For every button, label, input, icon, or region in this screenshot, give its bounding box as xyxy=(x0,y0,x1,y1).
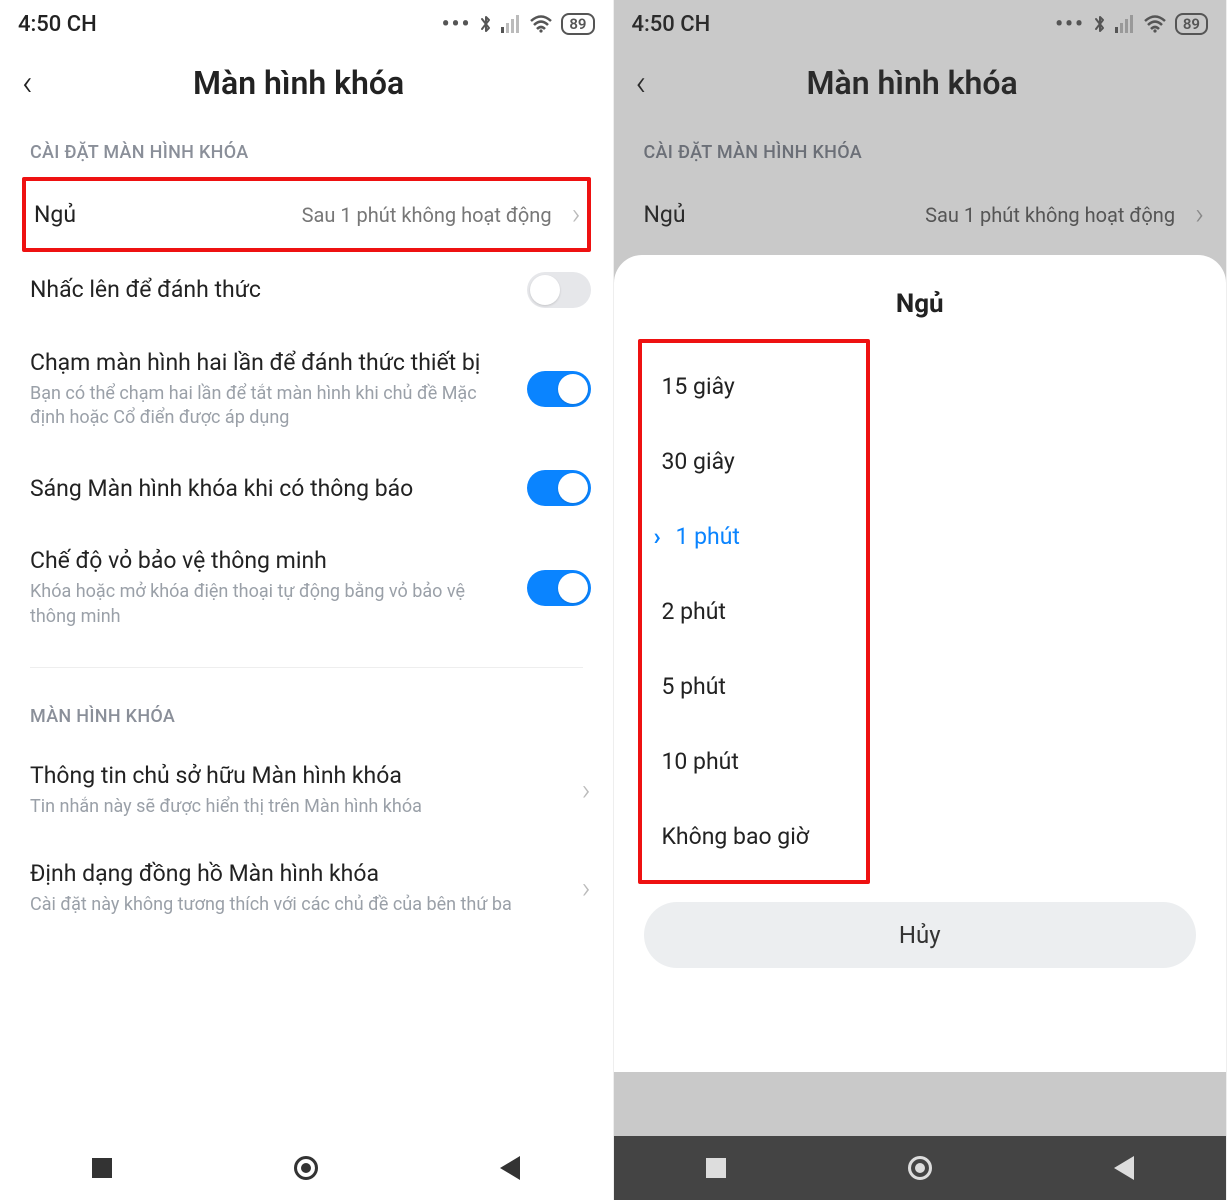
page-title: Màn hình khóa xyxy=(7,64,591,102)
option-2min[interactable]: 2 phút xyxy=(648,574,860,649)
chevron-right-icon: › xyxy=(582,773,591,808)
toggle-smart-cover[interactable] xyxy=(527,570,591,606)
toggle-raise-to-wake[interactable] xyxy=(527,272,591,308)
item-clock-sub: Cài đặt này không tương thích với các ch… xyxy=(30,893,562,917)
chevron-right-icon: › xyxy=(1195,197,1204,232)
option-30s[interactable]: 30 giây xyxy=(648,424,860,499)
toggle-double-tap[interactable] xyxy=(527,371,591,407)
option-5min[interactable]: 5 phút xyxy=(648,649,860,724)
item-sleep-title: Ngủ xyxy=(644,200,912,230)
section-header-lock-settings: CÀI ĐẶT MÀN HÌNH KHÓA xyxy=(614,122,1227,177)
item-double-tap-title: Chạm màn hình hai lần để đánh thức thiết… xyxy=(30,348,513,378)
page-title: Màn hình khóa xyxy=(620,64,1204,102)
option-1min[interactable]: 1 phút xyxy=(648,499,860,574)
item-smart-cover[interactable]: Chế độ vỏ bảo vệ thông minh Khóa hoặc mở… xyxy=(0,526,613,648)
sheet-title: Ngủ xyxy=(644,289,1197,319)
bluetooth-icon xyxy=(1093,13,1107,35)
toggle-wake-on-notification[interactable] xyxy=(527,470,591,506)
item-double-tap-sub: Bạn có thể chạm hai lần để tắt màn hình … xyxy=(30,382,513,431)
cancel-button[interactable]: Hủy xyxy=(644,902,1197,968)
phone-left: 4:50 CH ••• 89 ‹ Màn hình khóa CÀI ĐẶT M… xyxy=(0,0,614,1200)
nav-home-button[interactable] xyxy=(907,1155,933,1181)
item-owner-title: Thông tin chủ sở hữu Màn hình khóa xyxy=(30,761,562,791)
item-sleep-value: Sau 1 phút không hoạt động xyxy=(925,202,1175,228)
option-never[interactable]: Không bao giờ xyxy=(648,799,860,874)
highlight-sleep: Ngủ Sau 1 phút không hoạt động › xyxy=(22,177,591,252)
more-icon: ••• xyxy=(442,12,472,37)
nav-home-button[interactable] xyxy=(293,1155,319,1181)
chevron-right-icon: › xyxy=(572,197,581,232)
option-10min[interactable]: 10 phút xyxy=(648,724,860,799)
section-header-lockscreen: MÀN HÌNH KHÓA xyxy=(0,686,613,741)
nav-bar xyxy=(614,1136,1227,1200)
more-icon: ••• xyxy=(1055,12,1085,37)
item-owner-info[interactable]: Thông tin chủ sở hữu Màn hình khóa Tin n… xyxy=(0,741,613,839)
nav-back-button[interactable] xyxy=(1111,1155,1137,1181)
status-bar: 4:50 CH ••• 89 xyxy=(0,0,613,48)
item-sleep[interactable]: Ngủ Sau 1 phút không hoạt động › xyxy=(26,181,587,248)
highlight-options: 15 giây 30 giây 1 phút 2 phút 5 phút 10 … xyxy=(638,339,870,884)
chevron-right-icon: › xyxy=(582,871,591,906)
settings-list[interactable]: CÀI ĐẶT MÀN HÌNH KHÓA Ngủ Sau 1 phút khô… xyxy=(0,122,613,1136)
item-wake-on-notification[interactable]: Sáng Màn hình khóa khi có thông báo xyxy=(0,450,613,526)
title-bar: ‹ Màn hình khóa xyxy=(614,48,1227,122)
item-raise-to-wake[interactable]: Nhấc lên để đánh thức xyxy=(0,252,613,328)
status-icons: ••• 89 xyxy=(442,12,595,37)
section-header-lock-settings: CÀI ĐẶT MÀN HÌNH KHÓA xyxy=(0,122,613,177)
battery-icon: 89 xyxy=(561,13,594,35)
nav-back-button[interactable] xyxy=(497,1155,523,1181)
nav-recent-button[interactable] xyxy=(89,1155,115,1181)
dimmed-background: 4:50 CH ••• 89 ‹ Màn hình khóa CÀI ĐẶT M… xyxy=(614,0,1227,1136)
status-icons: ••• 89 xyxy=(1055,12,1208,37)
item-sleep: Ngủ Sau 1 phút không hoạt động › xyxy=(614,177,1227,252)
item-smart-cover-title: Chế độ vỏ bảo vệ thông minh xyxy=(30,546,513,576)
status-bar: 4:50 CH ••• 89 xyxy=(614,0,1227,48)
status-time: 4:50 CH xyxy=(632,12,711,37)
item-raise-title: Nhấc lên để đánh thức xyxy=(30,275,513,305)
signal-icon xyxy=(501,15,521,33)
wifi-icon xyxy=(1143,15,1167,33)
item-clock-format[interactable]: Định dạng đồng hồ Màn hình khóa Cài đặt … xyxy=(0,839,613,937)
nav-recent-button[interactable] xyxy=(703,1155,729,1181)
nav-bar xyxy=(0,1136,613,1200)
item-double-tap[interactable]: Chạm màn hình hai lần để đánh thức thiết… xyxy=(0,328,613,450)
item-wake-notif-title: Sáng Màn hình khóa khi có thông báo xyxy=(30,474,513,504)
item-owner-sub: Tin nhắn này sẽ được hiển thị trên Màn h… xyxy=(30,795,562,819)
item-sleep-title: Ngủ xyxy=(34,200,288,230)
phone-right: 4:50 CH ••• 89 ‹ Màn hình khóa CÀI ĐẶT M… xyxy=(614,0,1227,1200)
item-smart-cover-sub: Khóa hoặc mở khóa điện thoại tự động bằn… xyxy=(30,580,513,629)
status-time: 4:50 CH xyxy=(18,12,97,37)
battery-icon: 89 xyxy=(1175,13,1208,35)
signal-icon xyxy=(1115,15,1135,33)
wifi-icon xyxy=(529,15,553,33)
sleep-options-sheet: Ngủ 15 giây 30 giây 1 phút 2 phút 5 phút… xyxy=(614,255,1227,1072)
item-clock-title: Định dạng đồng hồ Màn hình khóa xyxy=(30,859,562,889)
bluetooth-icon xyxy=(479,13,493,35)
title-bar: ‹ Màn hình khóa xyxy=(0,48,613,122)
option-15s[interactable]: 15 giây xyxy=(648,349,860,424)
item-sleep-value: Sau 1 phút không hoạt động xyxy=(302,202,552,228)
divider xyxy=(30,667,583,668)
